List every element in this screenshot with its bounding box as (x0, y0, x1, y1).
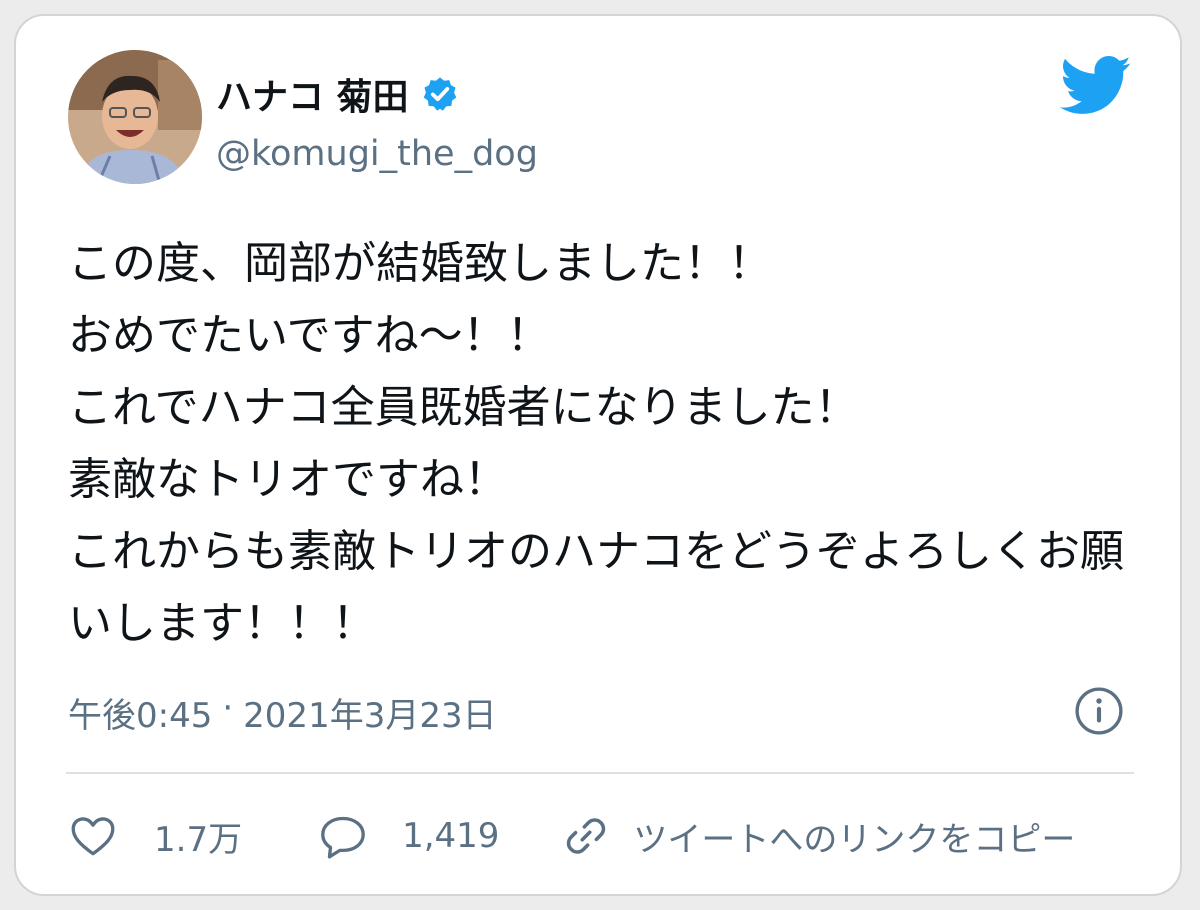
divider (66, 772, 1134, 774)
tweet-line: おめでたいですね〜！！ (68, 310, 551, 361)
tweet-actions: 1.7万 1,419 ツイートへのリンクをコピー (68, 806, 1075, 866)
reply-button[interactable]: 1,419 (318, 811, 499, 861)
link-icon (567, 818, 606, 854)
like-count: 1.7万 (154, 819, 243, 860)
tweet-line: 素敵なトリオですね！ (68, 454, 508, 505)
avatar-image (68, 50, 202, 184)
copy-link-label: ツイートへのリンクをコピー (633, 819, 1076, 860)
tweet-date: 2021年3月23日 (243, 696, 497, 736)
tweet-line: いします！！！ (68, 598, 376, 649)
like-button[interactable]: 1.7万 (68, 811, 242, 861)
timestamp-separator: · (222, 688, 234, 728)
tweet-line: これでハナコ全員既婚者になりました！ (68, 382, 859, 433)
copy-link-button[interactable]: ツイートへのリンクをコピー (561, 811, 1075, 861)
reply-count: 1,419 (402, 816, 500, 856)
info-icon[interactable] (1074, 686, 1124, 736)
tweet-line: これからも素敵トリオのハナコをどうぞよろしくお願 (68, 526, 1124, 577)
verified-badge-icon (423, 77, 456, 111)
tweet-line: この度、岡部が結婚致しました！！ (68, 238, 772, 289)
tweet-time: 午後0:45 (68, 696, 213, 736)
display-name[interactable]: ハナコ 菊田 (216, 68, 409, 120)
tweet-text: この度、岡部が結婚致しました！！ おめでたいですね〜！！ これでハナコ全員既婚者… (68, 228, 1148, 660)
user-avatar[interactable] (68, 50, 202, 184)
heart-icon (71, 817, 115, 856)
tweet-timestamp[interactable]: 午後0:45 · 2021年3月23日 (68, 688, 497, 737)
speech-bubble-icon (321, 816, 365, 859)
user-name-row: ハナコ 菊田 (216, 64, 459, 124)
tweet-card: ハナコ 菊田 @komugi_the_dog この度、岡部が結婚致しました！！ … (14, 14, 1182, 896)
twitter-bird-icon[interactable] (1060, 56, 1132, 116)
user-handle[interactable]: @komugi_the_dog (216, 134, 538, 174)
